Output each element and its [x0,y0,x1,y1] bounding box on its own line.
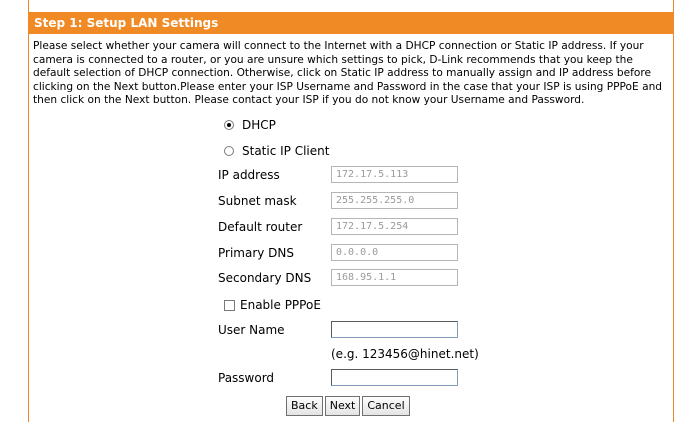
button-bar: Back Next Cancel [286,396,412,416]
primary-dns-label: Primary DNS [218,246,295,260]
ip-address-field[interactable]: 172.17.5.113 [331,166,458,183]
static-ip-radio[interactable] [224,146,234,156]
secondary-dns-field[interactable]: 168.95.1.1 [331,269,458,286]
instructions-text: Please select whether your camera will c… [33,40,663,106]
section-header: Step 1: Setup LAN Settings [28,12,674,34]
enable-pppoe-label: Enable PPPoE [240,298,321,312]
username-input[interactable] [331,321,458,338]
default-router-label: Default router [218,220,303,234]
static-ip-label: Static IP Client [242,144,330,158]
subnet-mask-field[interactable]: 255.255.255.0 [331,192,458,209]
back-button[interactable]: Back [286,396,323,416]
primary-dns-field[interactable]: 0.0.0.0 [331,244,458,261]
next-button[interactable]: Next [324,396,361,416]
cancel-button[interactable]: Cancel [362,396,410,416]
pppoe-option[interactable]: Enable PPPoE [224,297,321,313]
dhcp-label: DHCP [242,118,276,132]
username-label: User Name [218,323,285,337]
dhcp-option[interactable]: DHCP [224,117,276,133]
username-hint: (e.g. 123456@hinet.net) [331,347,479,361]
password-label: Password [218,371,275,385]
ip-address-label: IP address [218,168,280,182]
default-router-field[interactable]: 172.17.5.254 [331,218,458,235]
dhcp-radio[interactable] [224,120,234,130]
static-ip-option[interactable]: Static IP Client [224,143,329,159]
subnet-mask-label: Subnet mask [218,194,297,208]
enable-pppoe-checkbox[interactable] [224,299,235,311]
secondary-dns-label: Secondary DNS [218,271,312,285]
password-input[interactable] [331,369,458,386]
